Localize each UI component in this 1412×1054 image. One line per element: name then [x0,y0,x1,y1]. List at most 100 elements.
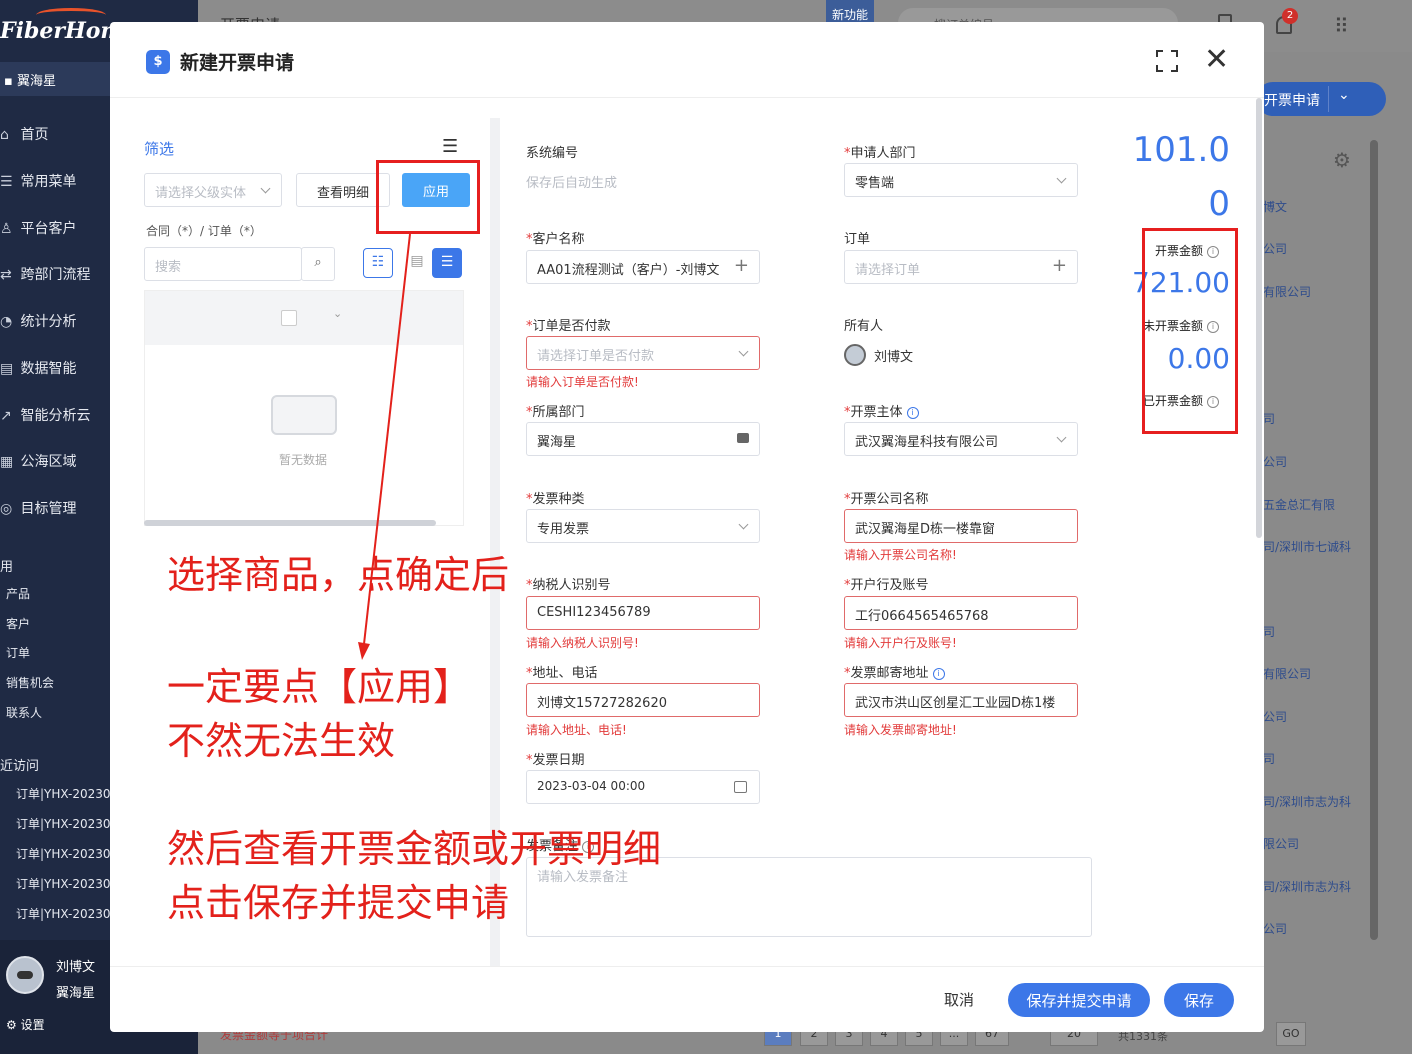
invoice-type-select[interactable]: 专用发票 [526,509,760,543]
mail-label: *发票邮寄地址 i [844,662,945,681]
create-invoice-button[interactable]: 开票申请 ⌄ [1256,82,1386,116]
invoice-type-label: *发票种类 [526,492,585,507]
customer-icon: ♙ [0,221,13,237]
folder-icon[interactable] [737,433,749,443]
modal-title: 新建开票申请 [180,52,295,74]
info-icon[interactable]: i [906,407,919,419]
notification-badge: 2 [1282,8,1298,24]
company-label: *开票公司名称 [844,492,929,507]
dept-field[interactable]: 翼海星 [526,422,760,456]
recent-item[interactable]: 订单|YHX-20230 [16,905,111,922]
paid-label: *订单是否付款 [526,319,611,334]
save-submit-button[interactable]: 保存并提交申请 [1008,983,1150,1017]
modal-footer: 取消 保存并提交申请 保存 [110,966,1264,1032]
system-no-label: 系统编号 [526,146,579,161]
gear-icon[interactable]: ⚙ [1333,148,1351,172]
apply-highlight-box [376,160,480,234]
sidebar-sub-item[interactable]: 联系人 [6,704,42,721]
owner-name: 刘博文 [874,350,914,365]
customer-field[interactable]: AA01流程测试（客户）-刘博文 + [526,250,760,284]
taxid-input[interactable]: CESHI123456789 [526,596,760,630]
search-icon[interactable]: ⌕ [301,247,335,281]
bank-label: *开户行及账号 [844,578,929,593]
sidebar-sub-item[interactable]: 销售机会 [6,674,54,691]
invoice-amount-value: 101.0 [1132,130,1230,170]
home-icon: ⌂ [0,127,9,143]
paid-select[interactable]: 请选择订单是否付款 [526,336,760,370]
sidebar-section-title: 用 [0,560,14,575]
mail-input[interactable]: 武汉市洪山区创星汇工业园D栋1楼 [844,683,1078,717]
user-org: 翼海星 [56,986,96,1001]
cancel-button[interactable]: 取消 [944,989,974,1010]
search-input[interactable]: 搜索 [144,247,302,281]
goto-button[interactable]: GO [1276,1022,1306,1046]
annotation-text: 选择商品，点确定后 [167,553,510,597]
bank-input[interactable]: 工行0664565465768 [844,596,1078,630]
recent-item[interactable]: 订单|YHX-20230 [16,785,111,802]
empty-text: 暂无数据 [279,453,328,467]
mail-error: 请输入发票邮寄地址! [844,723,957,737]
background-scrollbar[interactable] [1370,140,1378,940]
contract-order-label: 合同（*）/ 订单（*） [146,224,262,238]
order-label: 订单 [844,232,871,247]
owner-avatar [844,344,866,366]
save-button[interactable]: 保存 [1164,983,1234,1017]
filter-link[interactable]: 筛选 [144,138,174,159]
applicant-dept-label: *申请人部门 [844,146,916,161]
select-all-checkbox[interactable] [281,310,297,326]
address-error: 请输入地址、电话! [526,723,627,737]
plus-icon[interactable]: + [1052,255,1067,276]
taxid-label: *纳税人识别号 [526,578,611,593]
bank-error: 请输入开户行及账号! [844,636,957,650]
stats-icon: ◔ [0,314,13,330]
annotation-text: 不然无法生效 [167,719,396,763]
recent-item[interactable]: 订单|YHX-20230 [16,845,111,862]
modal-scrollbar[interactable] [1256,98,1262,538]
applicant-dept-select[interactable]: 零售端 [844,163,1078,197]
invoice-amount-value-cont: 0 [1208,184,1230,224]
new-feature-badge[interactable]: 新功能 [826,0,874,24]
system-no-value: 保存后自动生成 [526,176,618,191]
dept-label: *所属部门 [526,405,585,420]
list-view-icon[interactable]: ☰ [432,248,462,278]
plus-icon[interactable]: + [734,255,749,276]
sidebar-sub-item[interactable]: 订单 [6,644,30,661]
order-field[interactable]: 请选择订单 + [844,250,1078,284]
annotation-arrow [358,233,411,660]
entity-select[interactable]: 武汉翼海星科技有限公司 [844,422,1078,456]
menu-icon: ☰ [0,174,13,190]
recent-item[interactable]: 订单|YHX-20230 [16,875,111,892]
taxid-error: 请输入纳税人识别号! [526,636,639,650]
parent-entity-select[interactable]: 请选择父级实体 [144,173,282,207]
apps-grid-icon[interactable]: ⠿ [1334,14,1349,38]
flow-icon: ⇄ [0,267,12,283]
org-icon: ▪ [4,74,13,89]
annotation-text: 一定要点【应用】 [167,665,472,709]
paid-error: 请输入订单是否付款! [526,375,639,389]
date-input[interactable]: 2023-03-04 00:00 [526,770,760,804]
region-icon: ▦ [0,454,14,470]
sidebar-sub-item[interactable]: 客户 [6,615,30,632]
recent-title: 近访问 [0,759,40,774]
empty-box-icon [271,395,337,435]
company-error: 请输入开票公司名称! [844,548,957,562]
user-name: 刘博文 [56,960,96,975]
collapse-panel-icon[interactable]: ☰ [442,136,458,157]
sidebar-sub-item[interactable]: 产品 [6,585,30,602]
customer-label: *客户名称 [526,232,585,247]
settings-link[interactable]: ⚙ 设置 [6,1016,45,1033]
fullscreen-icon[interactable] [1156,50,1178,72]
data-icon: ▤ [0,361,14,377]
amount-highlight-box [1142,228,1238,434]
annotation-text: 然后查看开票金额或开票明细 [167,827,662,871]
address-input[interactable]: 刘博文15727282620 [526,683,760,717]
calendar-icon[interactable] [734,781,747,793]
recent-item[interactable]: 订单|YHX-20230 [16,815,111,832]
date-label: *发票日期 [526,753,585,768]
close-icon[interactable]: ✕ [1204,42,1229,77]
entity-label: *开票主体 i [844,401,919,420]
company-input[interactable]: 武汉翼海星D栋一楼靠窗 [844,509,1078,543]
avatar [6,956,44,994]
annotation-text: 点击保存并提交申请 [167,881,510,925]
info-icon[interactable]: i [932,668,945,680]
